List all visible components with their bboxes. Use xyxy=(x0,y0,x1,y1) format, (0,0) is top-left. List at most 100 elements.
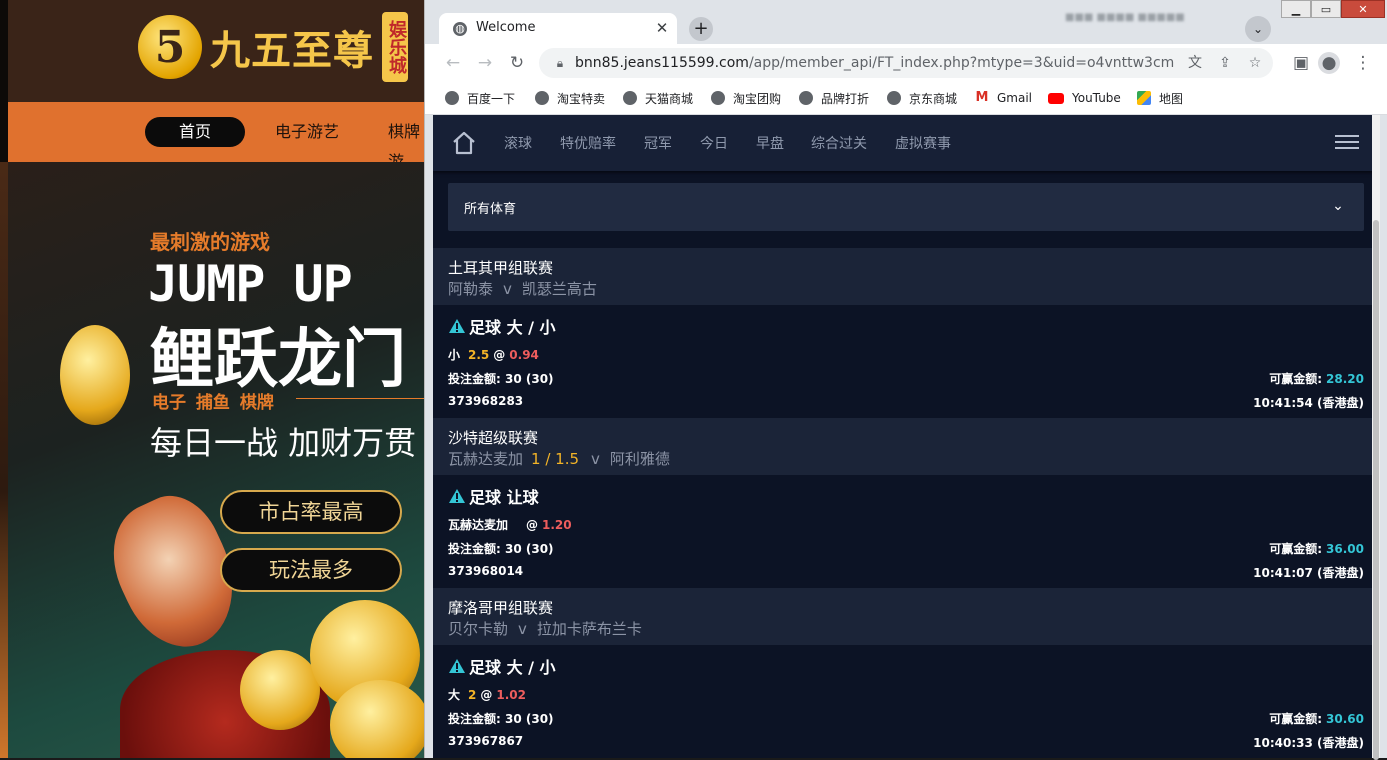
bet-type-label: 足球 让球 xyxy=(469,488,539,507)
home-team: 贝尔卡勒 xyxy=(448,620,509,638)
stake-amount: 投注金额: 30 (30) xyxy=(448,372,554,386)
home-icon[interactable] xyxy=(451,130,477,156)
site-nav-home[interactable]: 首页 xyxy=(145,117,245,147)
bookmark-jd[interactable]: 京东商城 xyxy=(887,88,957,108)
bookmark-label: 京东商城 xyxy=(909,91,958,106)
win-amount: 28.20 xyxy=(1326,372,1364,386)
reload-icon[interactable]: ↻ xyxy=(505,51,529,75)
match-teams: 阿勒泰 v 凯瑟兰高古 xyxy=(448,278,597,299)
bet-type: 足球 大 / 小 xyxy=(448,314,556,338)
tab-parlay[interactable]: 综合过关 xyxy=(811,133,867,153)
tab-special-odds[interactable]: 特优赔率 xyxy=(560,133,616,153)
tab-champion[interactable]: 冠军 xyxy=(644,133,672,153)
bookmark-label: YouTube xyxy=(1072,91,1121,105)
bookmark-label: 地图 xyxy=(1159,91,1184,106)
betting-app: 滚球 特优赔率 冠军 今日 早盘 综合过关 虚拟赛事 所有体育 ⌄ 土耳其甲组联… xyxy=(433,115,1380,758)
odds-value: 1.02 xyxy=(496,688,526,702)
tab-search-chevron-icon[interactable]: ⌄ xyxy=(1245,16,1271,42)
bet-slip: 足球 大 / 小 小 2.5 @0.94 投注金额: 30 (30) 可赢金额: 28… xyxy=(433,305,1380,418)
url-text[interactable]: bnn85.jeans115599.com/app/member_api/FT_… xyxy=(575,48,1175,78)
bet-slip: 足球 让球 瓦赫达麦加 @1.20 投注金额: 30 (30) 可赢金额: 36.0… xyxy=(433,475,1380,588)
window-close-button[interactable]: ✕ xyxy=(1341,0,1385,18)
bookmark-brand-discount[interactable]: 品牌打折 xyxy=(799,88,869,108)
bookmark-youtube[interactable]: YouTube xyxy=(1048,88,1121,108)
bookmark-tmall[interactable]: 天猫商城 xyxy=(623,88,693,108)
bookmark-star-icon[interactable]: ☆ xyxy=(1245,53,1265,73)
scrollbar-thumb[interactable] xyxy=(1373,220,1379,760)
browser-window: ◍ Welcome ✕ + ■■■ ■■■■ ■■■■■ ⌄ ▁ ▭ ✕ ← →… xyxy=(424,0,1387,760)
youtube-icon xyxy=(1048,92,1064,104)
win-amount: 30.60 xyxy=(1326,712,1364,726)
forward-arrow-icon[interactable]: → xyxy=(473,51,497,75)
bet-id: 373968014 xyxy=(448,564,524,578)
bet-slip: 足球 大 / 小 大 2 @1.02 投注金额: 30 (30) 可赢金额: 30.6… xyxy=(433,645,1380,758)
back-arrow-icon[interactable]: ← xyxy=(441,51,465,75)
match-header: 摩洛哥甲组联赛 贝尔卡勒 v 拉加卡萨布兰卡 xyxy=(433,588,1380,645)
potential-win: 可赢金额: 28.20 xyxy=(1269,370,1364,387)
bet-type: 足球 大 / 小 xyxy=(448,654,556,678)
bookmark-baidu[interactable]: 百度一下 xyxy=(445,88,515,108)
window-minimize-button[interactable]: ▁ xyxy=(1281,0,1311,18)
bookmark-taobao-sale[interactable]: 淘宝特卖 xyxy=(535,88,605,108)
tab-today[interactable]: 今日 xyxy=(700,133,728,153)
bet-type-label: 足球 大 / 小 xyxy=(469,658,556,677)
side-panel-icon[interactable]: ▣ xyxy=(1289,51,1313,75)
sport-filter-select[interactable]: 所有体育 ⌄ xyxy=(448,183,1364,231)
tab-early[interactable]: 早盘 xyxy=(756,133,784,153)
bet-id: 373967867 xyxy=(448,734,524,748)
window-maximize-button[interactable]: ▭ xyxy=(1311,0,1341,18)
win-label: 可赢金额: xyxy=(1269,372,1323,386)
site-nav-electronic-games[interactable]: 电子游艺 xyxy=(275,117,339,147)
most-games-button[interactable]: 玩法最多 xyxy=(220,548,402,592)
browser-menu-icon[interactable]: ⋮ xyxy=(1351,51,1375,75)
chevron-down-icon: ⌄ xyxy=(1332,198,1344,214)
new-tab-button[interactable]: + xyxy=(689,17,713,41)
site-info-icon[interactable]: 🔒︎ xyxy=(551,54,569,72)
hamburger-menu-icon[interactable] xyxy=(1335,131,1359,155)
tab-virtual[interactable]: 虚拟赛事 xyxy=(895,133,951,153)
bet-type-label: 足球 大 / 小 xyxy=(469,318,556,337)
url-path: /app/member_api/FT_index.php?mtype=3&uid… xyxy=(748,55,1175,71)
home-team: 阿勒泰 xyxy=(448,280,494,298)
site-header: 5 九五至尊 娱乐城 xyxy=(8,0,428,102)
globe-icon xyxy=(711,91,725,105)
warning-icon xyxy=(449,319,465,333)
match-header: 土耳其甲组联赛 阿勒泰 v 凯瑟兰高古 xyxy=(433,248,1380,305)
versus-label: v xyxy=(503,280,512,298)
at-symbol: @ xyxy=(493,348,506,362)
globe-icon xyxy=(535,91,549,105)
pick-label: 瓦赫达麦加 xyxy=(448,518,509,532)
gold-coin-icon xyxy=(60,325,130,425)
stake-amount: 投注金额: 30 (30) xyxy=(448,542,554,556)
bookmark-label: 淘宝团购 xyxy=(733,91,782,106)
close-tab-icon[interactable]: ✕ xyxy=(652,18,672,38)
site-logo[interactable]: 5 九五至尊 娱乐城 xyxy=(138,12,408,82)
site-nav-card-games[interactable]: 棋牌游 xyxy=(388,117,428,171)
bookmark-taobao-group[interactable]: 淘宝团购 xyxy=(711,88,781,108)
share-icon[interactable]: ⇪ xyxy=(1215,53,1235,73)
market-share-button[interactable]: 市占率最高 xyxy=(220,490,402,534)
line-value: 2.5 xyxy=(468,348,490,362)
bet-selection: 小 2.5 @0.94 xyxy=(448,346,539,363)
gold-coin-icon xyxy=(240,650,320,730)
page-scrollbar[interactable] xyxy=(1372,115,1380,760)
promo-jump-up: JUMP UP xyxy=(148,255,353,313)
bookmark-maps[interactable]: 地图 xyxy=(1137,88,1183,108)
away-team: 凯瑟兰高古 xyxy=(521,280,597,298)
promo-slogan: 每日一战 加财万贯 xyxy=(150,424,417,462)
bookmark-gmail[interactable]: M Gmail xyxy=(975,88,1032,108)
address-bar[interactable]: 🔒︎ bnn85.jeans115599.com/app/member_api/… xyxy=(539,48,1273,78)
versus-label: v xyxy=(591,450,600,468)
tab-live[interactable]: 滚球 xyxy=(504,133,532,153)
match-teams: 贝尔卡勒 v 拉加卡萨布兰卡 xyxy=(448,618,642,639)
blurred-overlay-text: ■■■ ■■■■ ■■■■■ xyxy=(1065,12,1185,23)
logo-text: 九五至尊 xyxy=(210,27,374,74)
bookmark-label: Gmail xyxy=(997,91,1033,105)
browser-tab-welcome[interactable]: ◍ Welcome ✕ xyxy=(439,13,677,44)
translate-icon[interactable]: 文 xyxy=(1185,53,1205,73)
globe-icon xyxy=(623,91,637,105)
profile-avatar-icon[interactable]: ● xyxy=(1318,52,1340,74)
pick-label: 大 xyxy=(448,688,461,702)
match-teams: 瓦赫达麦加 1 / 1.5 v 阿利雅德 xyxy=(448,448,670,469)
potential-win: 可赢金额: 36.00 xyxy=(1269,540,1364,557)
